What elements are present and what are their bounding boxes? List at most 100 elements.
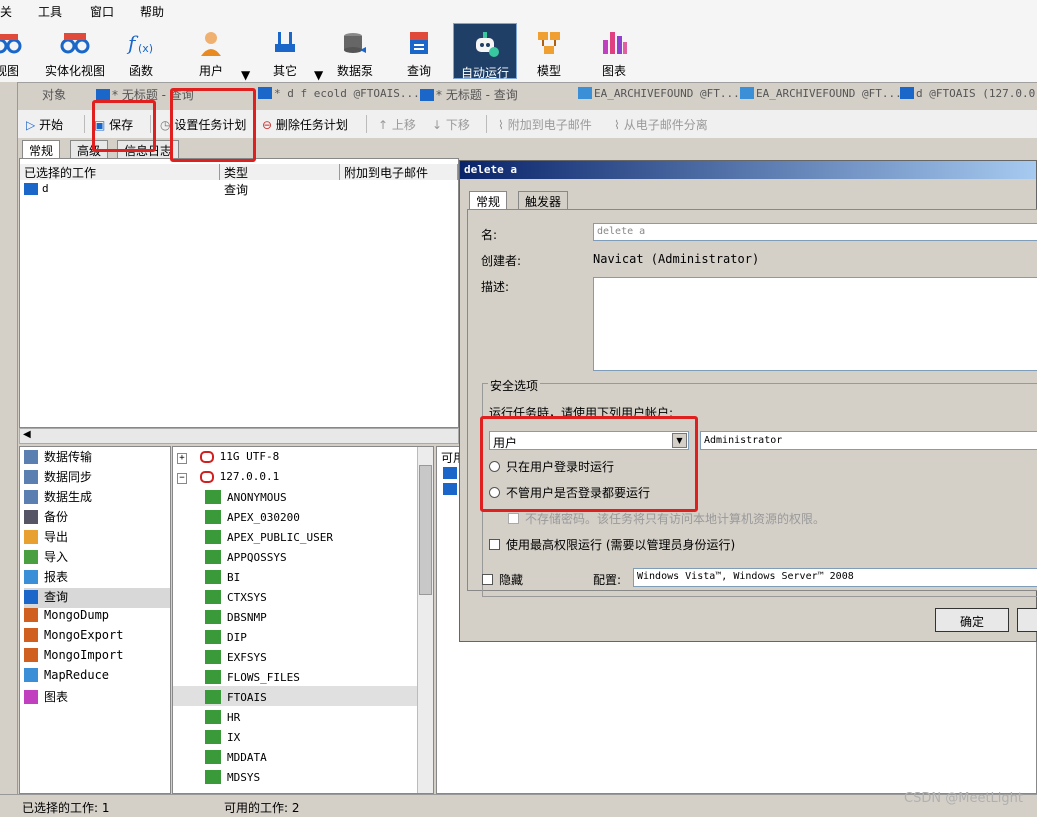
category-item[interactable]: 导入 [24,548,170,568]
collapse-icon[interactable]: − [177,473,187,484]
hidden-checkbox[interactable]: 隐藏 [482,571,523,588]
move-down-button[interactable]: ↓ 下移 [432,116,470,133]
other-dropdown-caret-icon[interactable]: ▼ [314,68,323,82]
category-item[interactable]: MongoExport [24,628,170,648]
cancel-button[interactable] [1017,608,1037,632]
menu-help[interactable]: 帮助 [140,3,164,20]
toolbar-automation-button[interactable]: 自动运行 [453,23,517,80]
toolbar-view-button[interactable]: 视图 [0,22,22,80]
arrow-down-icon: ↓ [432,118,443,132]
category-item[interactable]: 数据同步 [24,468,170,488]
menu-tools[interactable]: 工具 [38,3,62,20]
tree-schema[interactable]: APEX_PUBLIC_USER [205,530,333,544]
tree-schema[interactable]: MDSYS [205,770,260,784]
ok-button[interactable]: 确定 [935,608,1009,632]
schema-icon [205,530,221,544]
category-item[interactable]: 备份 [24,508,170,528]
tree-connection[interactable]: + 11G UTF-8 [177,450,279,464]
attach-email-button[interactable]: ⌇ 附加到电子邮件 [498,116,592,133]
highest-privileges-checkbox[interactable]: 使用最高权限运行 (需要以管理员身份运行) [489,536,735,553]
account-name-field[interactable]: Administrator [700,431,1037,450]
category-item[interactable]: 数据传输 [24,448,170,468]
category-item[interactable]: MapReduce [24,668,170,688]
tab-df-ecold[interactable]: * d f ecold @FTOAIS... [258,86,420,106]
left-scrollbar[interactable] [0,82,18,794]
tree-schema[interactable]: IX [205,730,240,744]
separator [84,115,85,133]
user-dropdown-caret-icon[interactable]: ▼ [241,68,250,82]
toolbar-chart-button[interactable]: 图表 [591,22,637,80]
category-item[interactable]: 数据生成 [24,488,170,508]
column-header-attach-email[interactable]: 附加到电子邮件 [340,164,458,180]
tree-schema[interactable]: BI [205,570,240,584]
tools-icon [275,32,295,52]
tab-ea-archivefound-2[interactable]: EA_ARCHIVEFOUND @FT... [740,86,902,106]
toolbar-query-button[interactable]: 查询 [396,22,442,80]
scrollbar-thumb[interactable] [419,465,432,595]
tab-objects[interactable]: 对象 [42,86,66,106]
query-icon[interactable] [443,483,457,495]
query-icon[interactable] [443,467,457,479]
schema-icon [205,570,221,584]
no-store-password-checkbox[interactable]: 不存储密码。该任务将只有访问本地计算机资源的权限。 [508,510,825,527]
category-item[interactable]: 导出 [24,528,170,548]
menu-file[interactable]: 关 [0,3,12,20]
description-field[interactable] [593,277,1037,371]
dialog-tab-triggers[interactable]: 触发器 [518,191,569,211]
toolbar-materialized-view-button[interactable]: 实体化视图 [42,22,108,80]
column-header-selected-job[interactable]: 已选择的工作 [20,164,220,180]
tab-ea-archivefound-1[interactable]: EA_ARCHIVEFOUND @FT... [578,86,740,106]
tree-schema[interactable]: APEX_030200 [205,510,300,524]
category-item[interactable]: 报表 [24,568,170,588]
table-row[interactable]: d 查询 [24,181,454,197]
category-item[interactable]: 图表 [24,688,170,708]
horizontal-scrollbar[interactable]: ◀ [19,428,459,444]
tree-schema[interactable]: HR [205,710,240,724]
category-item-selected[interactable]: 查询 [24,588,170,608]
menu-window[interactable]: 窗口 [90,3,114,20]
chart-icon [603,32,627,54]
toolbar-function-button[interactable]: f (x) 函数 [118,22,164,80]
tree-schema[interactable]: EXFSYS [205,650,267,664]
main-toolbar: 视图 实体化视图 f (x) 函数 用户 ▼ 其它 ▼ 数据泵 查询 自动运行 模… [0,22,1037,82]
move-up-button[interactable]: ↑ 上移 [378,116,416,133]
tree-schema[interactable]: FLOWS_FILES [205,670,300,684]
name-field[interactable]: delete a [593,223,1037,241]
config-select[interactable]: Windows Vista™, Windows Server™ 2008 [633,568,1037,587]
checkbox-icon [482,574,493,585]
toolbar-other-button[interactable]: 其它 [262,22,308,80]
category-item[interactable]: MongoImport [24,648,170,668]
schema-icon [205,590,221,604]
dialog-tab-general[interactable]: 常规 [469,191,508,211]
start-button[interactable]: ▷ 开始 [26,116,63,133]
tree-schema[interactable]: ANONYMOUS [205,490,287,504]
tree-connection[interactable]: − 127.0.0.1 [177,470,279,484]
detach-email-button[interactable]: ⌇ 从电子邮件分离 [614,116,708,133]
tree-schema[interactable]: MDDATA [205,750,267,764]
tree-scrollbar[interactable] [417,447,433,793]
tree-schema[interactable]: APPQOSSYS [205,550,287,564]
tab-untitled-query-2[interactable]: * 无标题 - 查询 [420,86,518,106]
category-item[interactable]: MongoDump [24,608,170,628]
tree-schema-selected[interactable]: FTOAIS [205,690,267,704]
toolbar-model-button[interactable]: 模型 [526,22,572,80]
view-icon [0,34,22,54]
data-pump-icon [344,33,366,53]
expand-icon[interactable]: + [177,453,187,464]
tree-schema[interactable]: DIP [205,630,247,644]
clock-delete-icon: ⊖ [262,118,273,132]
tree-schema[interactable]: CTXSYS [205,590,267,604]
query-icon [24,183,38,195]
status-bar: 已选择的工作: 1 可用的工作: 2 [0,794,1037,817]
tree-schema[interactable]: DBSNMP [205,610,267,624]
scroll-left-icon: ◀ [23,429,31,440]
toolbar-user-button[interactable]: 用户 [188,22,234,80]
delete-schedule-button[interactable]: ⊖ 删除任务计划 [262,116,348,133]
data-generation-icon [24,490,38,504]
paperclip-icon: ⌇ [498,118,504,132]
schema-icon [205,610,221,624]
toolbar-data-pump-button[interactable]: 数据泵 [332,22,378,80]
column-header-type[interactable]: 类型 [220,164,340,180]
tab-general[interactable]: 常规 [22,140,61,158]
tab-d-ftoais[interactable]: d @FTOAIS (127.0.0... [900,86,1037,106]
